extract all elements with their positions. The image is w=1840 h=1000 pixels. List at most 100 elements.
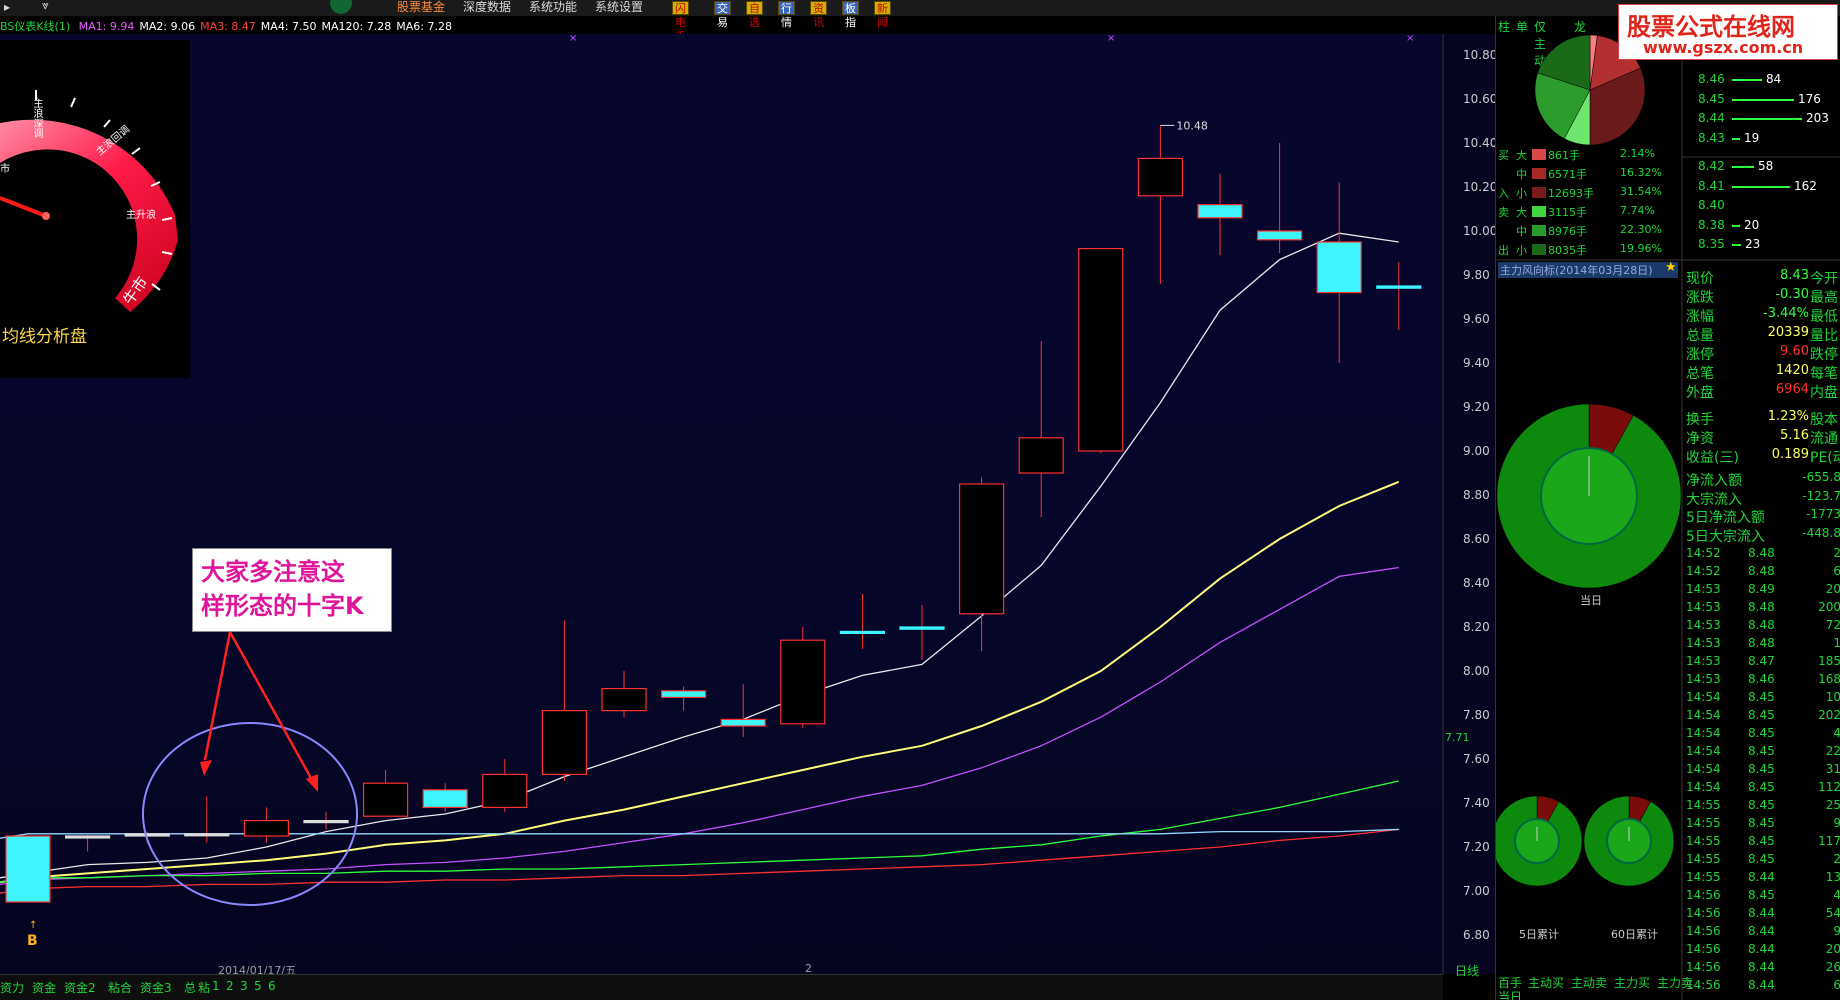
flow-percent: 7.74% (1620, 204, 1655, 217)
indicator-tab-10[interactable]: 5 (254, 979, 262, 993)
indicator-tab-1[interactable]: 资金 (32, 979, 56, 996)
quote-right-label: 今开 (1810, 271, 1838, 287)
indicator-tab-4[interactable]: 资金3 (140, 979, 172, 996)
tick-time: 14:54 (1686, 690, 1721, 704)
y-tick-label: 10.40 (1463, 136, 1495, 150)
summary-column-1: 主动买 (1528, 976, 1565, 990)
tick-volume: 202 (1818, 708, 1840, 722)
y-tick-label: 7.20 (1463, 840, 1490, 854)
y-tick-label: 8.20 (1463, 620, 1490, 634)
indicator-tab-0[interactable]: 资力 (0, 979, 24, 996)
indicator-tab-9[interactable]: 3 (240, 979, 248, 993)
indicator-tab-6[interactable]: 粘 (198, 979, 210, 996)
orderbook-bar (1732, 185, 1790, 188)
high-label: 10.48 (1176, 119, 1208, 132)
tick-price: 8.44 (1748, 942, 1775, 956)
tick-price: 8.44 (1748, 906, 1775, 920)
right-info-panel: 柱单仅主动龙虎看盘 8.46848.451768.442038.43198.42… (1495, 16, 1840, 1000)
quote-right-label: 流通 (1810, 431, 1838, 447)
quote-right-label: PE(动) (1810, 450, 1840, 466)
candle (1197, 173, 1243, 256)
net-flow-value: -123.7 (1802, 488, 1840, 503)
tick-price: 8.45 (1748, 690, 1775, 704)
indicator-tab-3[interactable]: 粘合 (108, 979, 132, 996)
quote-right-label: 跌停 (1810, 347, 1838, 363)
orderbook-volume: 19 (1744, 130, 1760, 145)
candle (660, 686, 707, 711)
flow-percent: 19.96% (1620, 242, 1662, 255)
quote-value: -3.44% (1763, 306, 1809, 321)
flow-side: 入 (1498, 187, 1509, 200)
quote-label: 总量 (1686, 328, 1714, 344)
buy-marker: B (27, 933, 38, 949)
net-flow-value: -655.8 (1802, 470, 1840, 484)
candle (720, 684, 766, 737)
tick-volume: 1 (1833, 636, 1840, 650)
candle-body (1137, 157, 1184, 197)
net-flow-value: -1773 (1806, 507, 1840, 521)
candle (422, 783, 468, 812)
net-flow-label: 5日净流入额 (1686, 510, 1765, 526)
tick-price: 8.48 (1748, 564, 1775, 578)
tick-volume: 4 (1833, 888, 1840, 902)
ma-gauge-panel: 主浪深调 主浪回调 主升浪 牛市 市 均线分析盘 (0, 40, 190, 378)
candle (482, 759, 528, 812)
tick-time: 14:53 (1686, 654, 1721, 668)
candle-body (1197, 204, 1243, 219)
orderbook-volume: 203 (1806, 111, 1829, 125)
quote-label: 换手 (1686, 412, 1714, 428)
quote-right-label: 最低 (1810, 309, 1838, 325)
annotation-line-1: 大家多注意这 (201, 558, 345, 586)
orderbook-volume: 23 (1745, 237, 1761, 251)
logo-title: 股票公式在线网 (1627, 13, 1795, 41)
candle (64, 833, 111, 852)
cross-marker: × (1406, 33, 1414, 44)
flow-swatch (1532, 168, 1546, 179)
flow-side: 出 (1498, 244, 1509, 257)
period-label[interactable]: 日线 (1455, 962, 1479, 979)
quote-right-label: 最高 (1810, 290, 1838, 306)
flow-volume: 3115手 (1548, 206, 1587, 219)
indicator-tab-11[interactable]: 6 (268, 979, 276, 993)
candle (303, 811, 349, 830)
candle-body (64, 835, 111, 839)
candle-body (899, 626, 945, 630)
tick-time: 14:52 (1686, 564, 1721, 578)
gauge-zone-1: 主浪深调 (31, 98, 42, 138)
candle-body (124, 833, 170, 837)
flow-volume: 861手 (1548, 149, 1580, 162)
y-tick-label: 8.00 (1463, 664, 1490, 678)
candle-body (601, 687, 647, 712)
quote-value: -0.30 (1775, 287, 1809, 302)
candle (958, 477, 1005, 652)
indicator-tab-2[interactable]: 资金2 (64, 979, 96, 996)
chart-svg: 10.80 10.60 10.40 10.20 10.00 9.80 9.60 9.40 9.2… (0, 33, 1495, 974)
tick-time: 14:54 (1686, 780, 1721, 794)
indicator-tab-7[interactable]: 1 (212, 979, 220, 993)
tick-volume: 168 (1818, 672, 1840, 686)
flow-size: 中 (1516, 225, 1527, 238)
indicator-tab-8[interactable]: 2 (226, 979, 234, 993)
candle-body (660, 690, 707, 698)
y-tick-label: 7.60 (1463, 752, 1490, 766)
tick-volume: 20 (1825, 942, 1840, 956)
tick-price: 8.45 (1748, 780, 1775, 794)
orderbook-bar (1732, 166, 1754, 168)
star-icon[interactable]: ★ (1665, 260, 1677, 275)
quote-value: 0.189 (1771, 447, 1809, 462)
flow-swatch (1532, 149, 1546, 160)
orderbook-price: 8.46 (1698, 72, 1725, 86)
summary-column-4: 主力卖 (1657, 976, 1694, 990)
candle (541, 620, 588, 781)
tick-time: 14:56 (1686, 888, 1721, 902)
gauge-zone-3: 主升浪 (126, 210, 156, 221)
quote-right-label: 量比 (1810, 328, 1838, 344)
indicator-tabs: 资力 资金 资金2 粘合 资金3 总粘 1 2 3 5 6 (0, 974, 1443, 1000)
net-flow-label: 大宗流入 (1686, 491, 1742, 508)
tick-time: 14:54 (1686, 744, 1721, 758)
quote-label: 涨停 (1686, 347, 1714, 363)
flow-swatch (1532, 187, 1546, 198)
indicator-tab-5[interactable]: 总 (184, 979, 196, 996)
gauge-zone-partial: 市 (0, 164, 10, 175)
flow-volume: 8035手 (1548, 244, 1587, 257)
